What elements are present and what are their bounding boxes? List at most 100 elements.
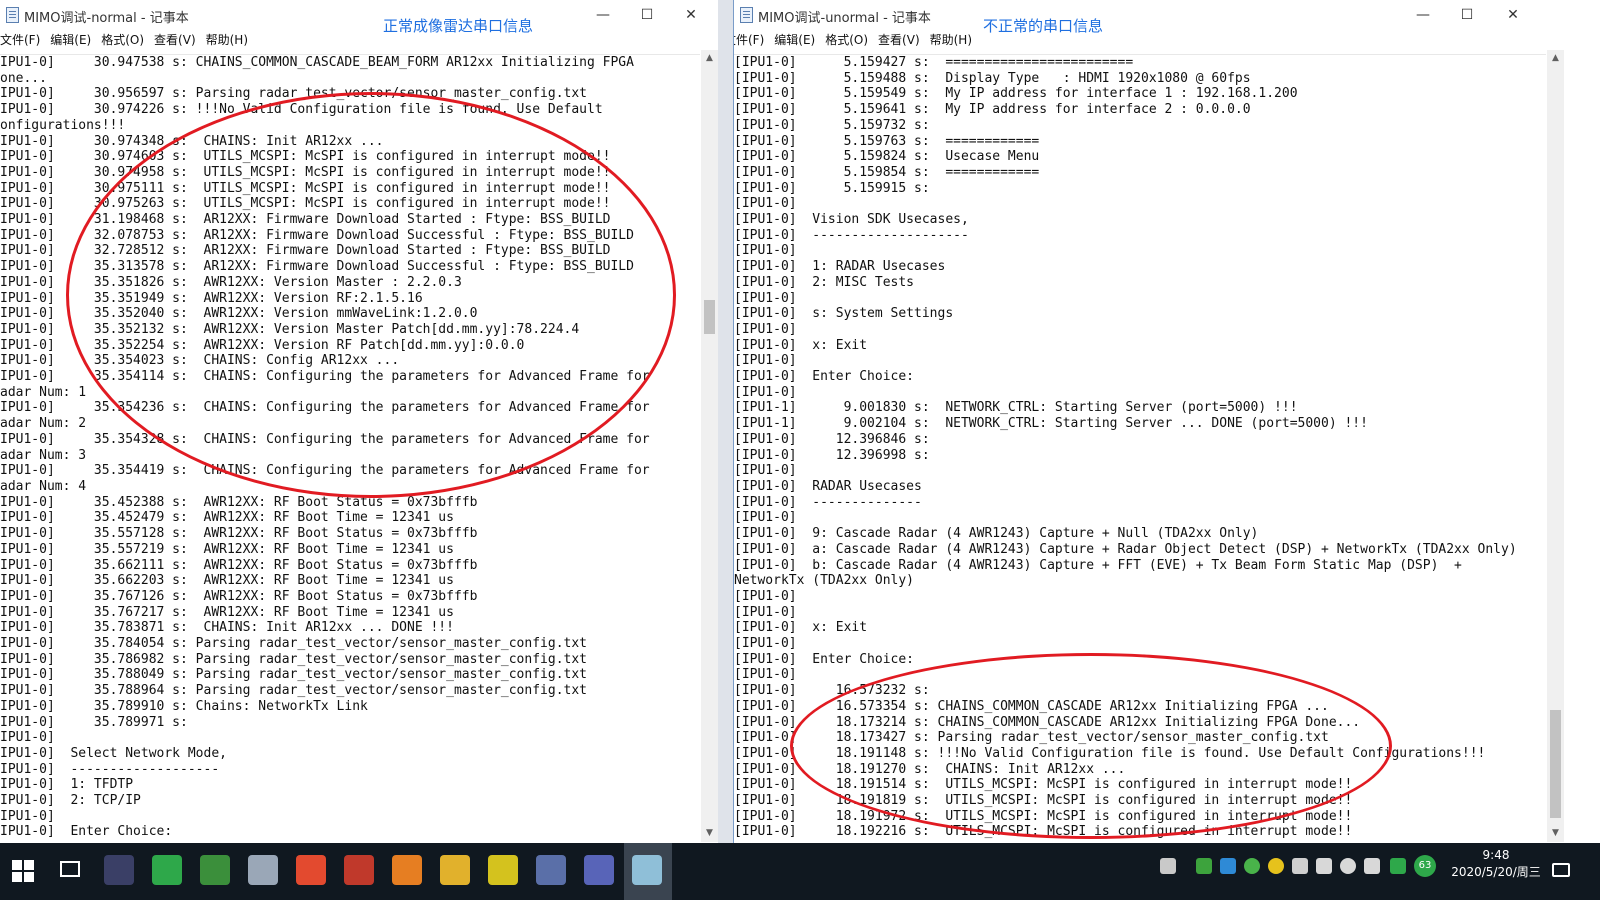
scroll-thumb[interactable]: [1550, 710, 1561, 818]
scroll-up-icon[interactable]: ▲: [1547, 50, 1564, 67]
log-line: NetworkTx (TDA2xx Only): [734, 573, 915, 589]
log-line: IPU1-0] 35.662203 s: AWR12XX: RF Boot Ti…: [0, 573, 454, 589]
log-line: [IPU1-0] 9: Cascade Radar (4 AWR1243) Ca…: [734, 526, 1259, 542]
log-line: IPU1-0] 1: TFDTP: [0, 777, 134, 793]
shield-app-icon[interactable]: [1220, 858, 1236, 874]
terminal-icon[interactable]: [488, 855, 518, 885]
log-line: IPU1-0] 35.788049 s: Parsing radar_test_…: [0, 667, 587, 683]
file-manager-icon[interactable]: [104, 855, 134, 885]
menu-file[interactable]: 文件(F): [734, 31, 764, 48]
notepad-window-normal: MIMO调试-normal - 记事本 正常成像雷达串口信息 — ☐ ✕ 文件(…: [0, 0, 718, 858]
log-line: [IPU1-0] 5.159763 s: ============: [734, 133, 1040, 149]
menu-bar: 文件(F) 编辑(E) 格式(O) 查看(V) 帮助(H): [734, 31, 1564, 50]
wechat-icon[interactable]: [1244, 858, 1260, 874]
log-line: [IPU1-0] --------------: [734, 494, 922, 510]
paint-app-icon[interactable]: [248, 855, 278, 885]
scroll-up-icon[interactable]: ▲: [701, 50, 718, 67]
power-icon[interactable]: [1316, 858, 1332, 874]
log-line: [IPU1-0] 12.396846 s:: [734, 431, 930, 447]
green-app-icon[interactable]: [152, 855, 182, 885]
window-title: MIMO调试-normal - 记事本: [24, 11, 189, 26]
log-line: [IPU1-0]: [734, 353, 797, 369]
title-bar[interactable]: MIMO调试-normal - 记事本 正常成像雷达串口信息 — ☐ ✕: [0, 0, 718, 35]
network-tool-icon[interactable]: [200, 855, 230, 885]
log-line: [IPU1-0]: [734, 321, 797, 337]
log-line: [IPU1-0] 5.159641 s: My IP address for i…: [734, 102, 1251, 118]
windows-start-icon[interactable]: [12, 860, 34, 882]
menu-help[interactable]: 帮助(H): [930, 31, 972, 48]
keyboard-icon[interactable]: [1160, 858, 1176, 874]
clock-time: 9:48: [1482, 848, 1510, 862]
close-button[interactable]: ✕: [668, 0, 714, 31]
title-bar[interactable]: MIMO调试-unormal - 记事本 不正常的串口信息 — ☐ ✕: [734, 0, 1564, 35]
maximize-button[interactable]: ☐: [1444, 0, 1490, 31]
vertical-scrollbar[interactable]: ▲ ▼: [701, 50, 718, 842]
log-line: [IPU1-0] x: Exit: [734, 620, 868, 636]
scroll-down-icon[interactable]: ▼: [701, 825, 718, 842]
task-view-icon[interactable]: [60, 861, 80, 877]
menu-view[interactable]: 查看(V): [878, 31, 920, 48]
log-line: IPU1-0] 35.767217 s: AWR12XX: RF Boot Ti…: [0, 604, 454, 620]
notepad-icon: [740, 7, 753, 23]
log-line: IPU1-0] 35.557128 s: AWR12XX: RF Boot St…: [0, 526, 478, 542]
wifi-icon[interactable]: [1340, 858, 1356, 874]
usb-icon[interactable]: [1292, 858, 1308, 874]
red-highlight-ellipse: [66, 92, 676, 498]
matlab-icon[interactable]: [344, 855, 374, 885]
menu-file[interactable]: 文件(F): [0, 31, 40, 48]
notepad-icon[interactable]: [632, 855, 662, 885]
close-button[interactable]: ✕: [1490, 0, 1536, 31]
log-line: IPU1-0] 35.784054 s: Parsing radar_test_…: [0, 636, 587, 652]
menu-edit[interactable]: 编辑(E): [50, 31, 91, 48]
log-line: [IPU1-0]: [734, 636, 797, 652]
log-line: IPU1-0]: [0, 730, 55, 746]
badge-icon[interactable]: 63: [1414, 855, 1436, 877]
maximize-button[interactable]: ☐: [624, 0, 670, 31]
log-line: IPU1-0] 35.783871 s: CHAINS: Init AR12xx…: [0, 620, 454, 636]
taskbar: 63 9:48 2020/5/20/周三: [0, 843, 1600, 900]
battery-icon[interactable]: [1196, 858, 1212, 874]
folder-icon[interactable]: [440, 855, 470, 885]
log-line: [IPU1-0]: [734, 243, 797, 259]
log-line: IPU1-0] Enter Choice:: [0, 824, 173, 840]
system-clock[interactable]: 9:48 2020/5/20/周三: [1450, 847, 1542, 881]
red-highlight-ellipse: [790, 653, 1392, 839]
log-line: [IPU1-1] 9.001830 s: NETWORK_CTRL: Start…: [734, 400, 1298, 416]
log-line: [IPU1-0] 5.159915 s:: [734, 180, 930, 196]
log-line: [IPU1-0] 2: MISC Tests: [734, 274, 915, 290]
vertical-scrollbar[interactable]: ▲ ▼: [1547, 50, 1564, 842]
log-line: one...: [0, 70, 47, 86]
menu-format[interactable]: 格式(O): [825, 31, 868, 48]
log-line: [IPU1-0] RADAR Usecases: [734, 478, 922, 494]
minimize-button[interactable]: —: [580, 0, 626, 31]
chrome-icon[interactable]: [296, 855, 326, 885]
log-line: [IPU1-0] 1: RADAR Usecases: [734, 259, 946, 275]
menu-edit[interactable]: 编辑(E): [774, 31, 815, 48]
volume-icon[interactable]: [1364, 858, 1380, 874]
ppt-icon[interactable]: [392, 855, 422, 885]
scroll-down-icon[interactable]: ▼: [1547, 825, 1564, 842]
minimize-button[interactable]: —: [1400, 0, 1446, 31]
log-line: IPU1-0] 35.767126 s: AWR12XX: RF Boot St…: [0, 588, 478, 604]
log-line: IPU1-0] 35.662111 s: AWR12XX: RF Boot St…: [0, 557, 478, 573]
log-line: [IPU1-0] 5.159732 s:: [734, 117, 930, 133]
log-line: IPU1-0] 35.789971 s:: [0, 714, 188, 730]
window-title: MIMO调试-unormal - 记事本: [758, 11, 931, 26]
security-icon[interactable]: [1390, 858, 1406, 874]
log-line: [IPU1-0]: [734, 463, 797, 479]
menu-help[interactable]: 帮助(H): [206, 31, 248, 48]
log-line: [IPU1-0]: [734, 510, 797, 526]
log-line: IPU1-0] 35.788964 s: Parsing radar_test_…: [0, 683, 587, 699]
log-line: IPU1-0] 2: TCP/IP: [0, 793, 141, 809]
image-viewer-icon[interactable]: [536, 855, 566, 885]
plus-icon[interactable]: [1268, 858, 1284, 874]
scroll-thumb[interactable]: [704, 300, 715, 334]
log-line: IPU1-0] 35.786982 s: Parsing radar_test_…: [0, 651, 587, 667]
log-line: [IPU1-0] 5.159854 s: ============: [734, 164, 1040, 180]
notification-icon[interactable]: [1552, 863, 1570, 877]
menu-format[interactable]: 格式(O): [101, 31, 144, 48]
log-line: [IPU1-0] 12.396998 s:: [734, 447, 930, 463]
city-app-icon[interactable]: [584, 855, 614, 885]
menu-view[interactable]: 查看(V): [154, 31, 196, 48]
log-line: [IPU1-0] 5.159488 s: Display Type : HDMI…: [734, 70, 1251, 86]
